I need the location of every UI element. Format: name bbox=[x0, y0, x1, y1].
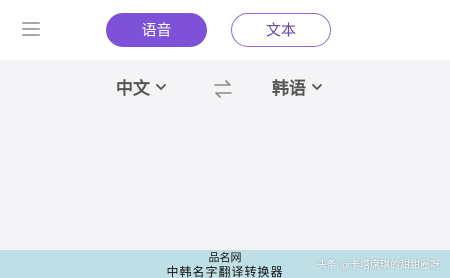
tab-voice[interactable]: 语音 bbox=[106, 13, 207, 47]
tab-text[interactable]: 文本 bbox=[231, 13, 331, 47]
hamburger-menu-icon[interactable] bbox=[22, 21, 40, 37]
target-language-dropdown[interactable]: 韩语 bbox=[272, 78, 322, 100]
translation-panel: 中文 韩语 bbox=[0, 60, 450, 250]
menu-line bbox=[22, 34, 40, 36]
source-language-dropdown[interactable]: 中文 bbox=[116, 78, 166, 100]
menu-line bbox=[22, 28, 40, 30]
target-language-label: 韩语 bbox=[272, 79, 306, 99]
top-bar: 语音 文本 bbox=[0, 0, 450, 60]
language-selector-row: 中文 韩语 bbox=[0, 60, 450, 118]
menu-line bbox=[22, 22, 40, 24]
watermark-text: 头条 @卡塔席琪的甜甜圈呀 bbox=[316, 260, 440, 271]
translator-app: 语音 文本 中文 韩语 bbox=[0, 0, 450, 250]
chevron-down-icon bbox=[156, 83, 166, 90]
source-language-label: 中文 bbox=[116, 79, 150, 99]
swap-arrows-icon[interactable] bbox=[213, 79, 233, 99]
chevron-down-icon bbox=[312, 83, 322, 90]
